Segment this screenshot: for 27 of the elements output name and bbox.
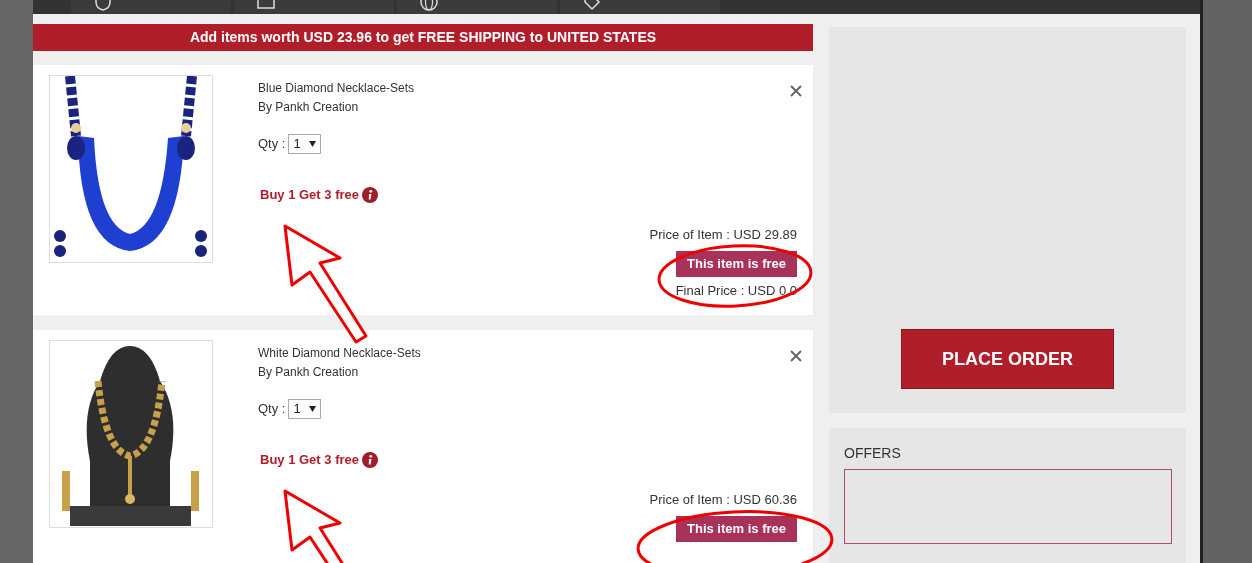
- qty-dropdown[interactable]: 1: [288, 134, 321, 154]
- qty-dropdown[interactable]: 1: [288, 399, 321, 419]
- navigation-tile[interactable]: [71, 0, 231, 14]
- navigation-tile[interactable]: [560, 0, 720, 14]
- close-icon[interactable]: [790, 85, 802, 97]
- free-item-badge: This item is free: [676, 515, 797, 542]
- item-price: Price of Item : USD 60.36: [649, 491, 797, 509]
- caret-icon: [308, 141, 316, 147]
- navigation-tile[interactable]: [397, 0, 557, 14]
- free-shipping-banner: Add items worth USD 23.96 to get FREE SHIPPING to UNITED STATES: [33, 24, 813, 51]
- free-item-badge: This item is free: [676, 250, 797, 277]
- qty-label: Qty :: [258, 400, 286, 419]
- info-icon[interactable]: [362, 186, 378, 203]
- place-order-button[interactable]: PLACE ORDER: [901, 329, 1114, 389]
- seller-name: By Pankh Creation: [258, 364, 360, 381]
- product-title[interactable]: White Diamond Necklace-Sets: [258, 344, 778, 363]
- close-icon[interactable]: [790, 350, 802, 362]
- info-icon[interactable]: [362, 451, 378, 468]
- qty-label: Qty :: [258, 135, 286, 154]
- offer-link[interactable]: Buy 1 Get 3 free: [260, 450, 359, 470]
- product-title[interactable]: Blue Diamond Necklace-Sets: [258, 79, 778, 98]
- offers-heading: OFFERS: [844, 445, 902, 462]
- seller-name: By Pankh Creation: [258, 99, 360, 116]
- offer-link[interactable]: Buy 1 Get 3 free: [260, 185, 359, 205]
- item-price: Price of Item : USD 29.89: [649, 226, 797, 244]
- caret-icon: [308, 406, 316, 412]
- navigation-tile[interactable]: [234, 0, 394, 14]
